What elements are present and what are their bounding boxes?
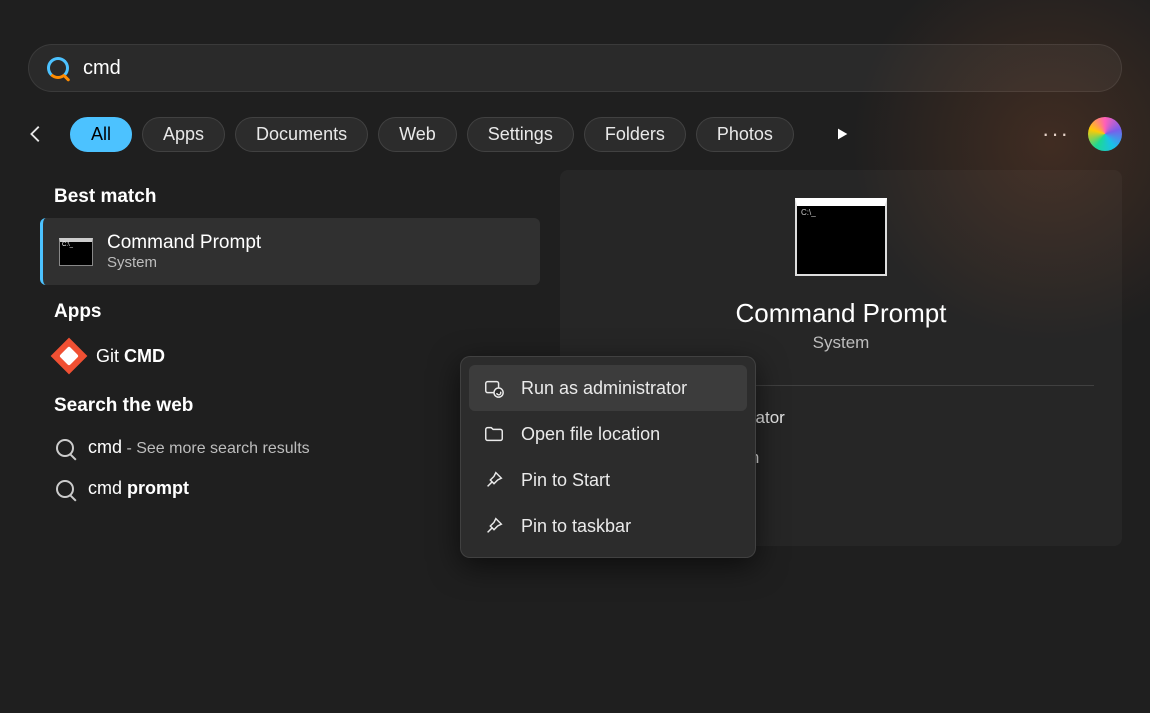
app-preview-icon	[795, 198, 887, 276]
ctx-label: Pin to taskbar	[521, 516, 631, 537]
copilot-icon[interactable]	[1088, 117, 1122, 151]
web-result-bold: prompt	[127, 478, 189, 498]
filter-all[interactable]: All	[70, 117, 132, 152]
search-icon	[56, 439, 74, 457]
ctx-pin-start[interactable]: Pin to Start	[469, 457, 747, 503]
search-input[interactable]	[83, 57, 1103, 80]
more-filters-button[interactable]	[824, 116, 860, 152]
filter-photos[interactable]: Photos	[696, 117, 794, 152]
section-best-match: Best match	[54, 186, 540, 208]
filter-documents[interactable]: Documents	[235, 117, 368, 152]
web-result-sub: - See more search results	[122, 440, 310, 457]
git-icon	[51, 338, 88, 375]
filter-row: All Apps Documents Web Settings Folders …	[0, 92, 1150, 152]
web-result-text: cmd	[88, 478, 127, 498]
best-match-title: Command Prompt	[107, 232, 261, 254]
best-match-item[interactable]: Command Prompt System	[40, 218, 540, 285]
ctx-run-admin[interactable]: Run as administrator	[469, 365, 747, 411]
filter-web[interactable]: Web	[378, 117, 457, 152]
search-bar[interactable]	[28, 44, 1122, 92]
app-result-prefix: Git	[96, 346, 124, 366]
search-icon	[47, 57, 69, 79]
back-button[interactable]	[20, 118, 52, 150]
filter-apps[interactable]: Apps	[142, 117, 225, 152]
ctx-open-location[interactable]: Open file location	[469, 411, 747, 457]
ctx-label: Pin to Start	[521, 470, 610, 491]
section-apps: Apps	[54, 301, 540, 323]
filter-folders[interactable]: Folders	[584, 117, 686, 152]
ctx-label: Run as administrator	[521, 378, 687, 399]
ctx-label: Open file location	[521, 424, 660, 445]
command-prompt-icon	[59, 238, 93, 266]
app-result-bold: CMD	[124, 346, 165, 366]
best-match-subtitle: System	[107, 254, 261, 271]
search-icon	[56, 480, 74, 498]
context-menu: Run as administrator Open file location …	[460, 356, 756, 558]
ctx-pin-taskbar[interactable]: Pin to taskbar	[469, 503, 747, 549]
more-options-button[interactable]: ···	[1042, 121, 1070, 147]
panel-subtitle: System	[813, 333, 870, 353]
web-result-text: cmd	[88, 437, 122, 457]
panel-title: Command Prompt	[736, 298, 947, 329]
filter-settings[interactable]: Settings	[467, 117, 574, 152]
